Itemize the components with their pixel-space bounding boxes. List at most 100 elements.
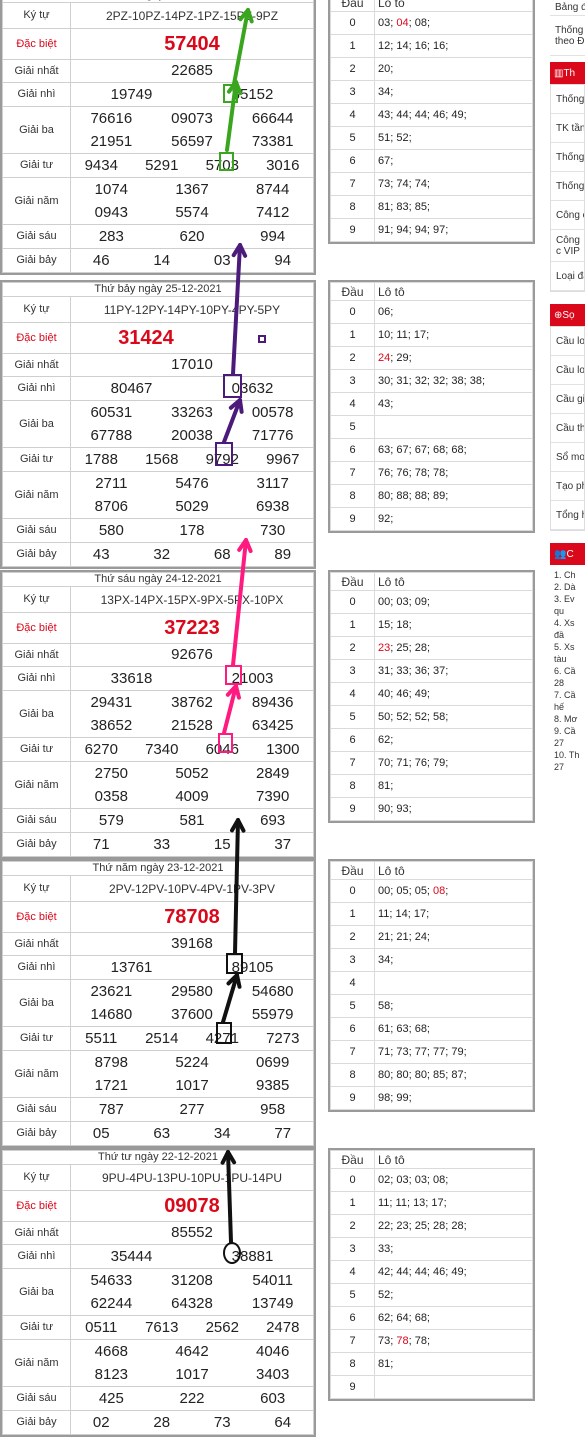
sidebar-item-cau[interactable]: Cầu lot	[551, 327, 584, 356]
special-prize: 57404	[70, 28, 314, 60]
loto-text: 43;	[378, 398, 394, 410]
fourth-prize: 9434 5291 5703 3016	[71, 154, 313, 177]
loto-text: ;	[445, 885, 449, 897]
loto-values: 80; 88; 88; 89;	[374, 484, 533, 508]
sidebar-item-cau[interactable]: Cầu giả	[551, 385, 584, 414]
fourth-prize-number: 7273	[266, 1030, 300, 1047]
loto-values: 76; 76; 78; 78;	[374, 461, 533, 485]
loto-text: 06;	[378, 306, 394, 318]
sidebar-list-item[interactable]: hế	[554, 701, 585, 713]
sidebar-list-item[interactable]: 7. Cầ	[554, 689, 585, 701]
sidebar-list-item[interactable]: 28	[554, 677, 585, 689]
loto-text: 52;	[378, 1289, 394, 1301]
sidebar-item-cau[interactable]: Tạo ph	[551, 472, 584, 501]
sidebar-list-item[interactable]: 1. Ch	[554, 569, 585, 581]
seventh-prize-number: 34	[213, 1125, 231, 1142]
loto-dau: 9	[330, 797, 375, 821]
sidebar-list-item[interactable]: đầ	[554, 629, 585, 641]
loto-dau: 0	[330, 300, 375, 324]
fifth-prize: 8798 5224 0699 1721 1017 9385	[71, 1051, 313, 1097]
sidebar-list-item[interactable]: tàu	[554, 653, 585, 665]
sidebar-item-stat[interactable]: Thống	[551, 85, 584, 114]
ky-tu-value: 2PV-12PV-10PV-4PV-1PV-3PV	[70, 875, 314, 902]
sidebar-list-item[interactable]: 27	[554, 761, 585, 773]
fifth-prize-number: 8744	[255, 181, 290, 198]
fourth-prize-number: 3016	[266, 157, 300, 174]
third-prize-number: 38652	[90, 717, 133, 734]
fifth-prize-number: 0699	[255, 1054, 290, 1071]
chart-icon: ▥	[554, 67, 564, 79]
second-prize-number: 38881	[231, 1248, 274, 1265]
loto-head-loto: Lô tô	[374, 861, 533, 880]
loto-dau: 2	[330, 925, 375, 949]
loto-values: 81;	[374, 1352, 533, 1376]
prize-label: Giải nhất	[2, 353, 71, 377]
loto-dau: 1	[330, 34, 375, 58]
sidebar-item-stat[interactable]: TK tần	[551, 114, 584, 143]
sixth-prize: 579 581 693	[71, 809, 313, 832]
loto-text: 67;	[378, 155, 394, 167]
loto-text: 33;	[378, 1243, 394, 1255]
loto-values: 67;	[374, 149, 533, 173]
sidebar-item-cau[interactable]: Tổng h	[551, 501, 584, 530]
prize-label: Giải nhì	[2, 666, 71, 691]
fifth-prize-number: 1367	[175, 181, 209, 198]
sidebar-item-cau[interactable]: Sổ mơ	[551, 443, 584, 472]
second-prize-number: 21003	[231, 670, 274, 687]
sidebar-item-stat[interactable]: Thống	[551, 172, 584, 201]
third-prize-number: 73381	[251, 133, 294, 150]
loto-dau: 4	[330, 1260, 375, 1284]
prize-label: Giải năm	[2, 177, 71, 225]
sixth-prize-number: 693	[260, 812, 286, 829]
prize-value: 05 63 34 77	[70, 1121, 314, 1146]
sidebar-item-cau[interactable]: Cầu lot	[551, 356, 584, 385]
fifth-prize-number: 3117	[256, 475, 289, 492]
sidebar-list-item[interactable]: qu	[554, 605, 585, 617]
third-prize-number: 00578	[251, 404, 294, 421]
sidebar-item-stat[interactable]: Thống	[551, 143, 584, 172]
third-prize-number: 21951	[90, 133, 133, 150]
fifth-prize-number: 2711	[95, 475, 128, 492]
sidebar-list-item[interactable]: 6. Cầ	[554, 665, 585, 677]
loto-dau: 3	[330, 80, 375, 104]
prize-value: 1074 1367 8744 0943 5574 7412	[70, 177, 314, 225]
sidebar-list-item[interactable]: 10. Th	[554, 749, 585, 761]
third-prize-number: 33263	[171, 404, 213, 421]
second-prize-number: 33618	[110, 670, 153, 687]
sidebar-list-item[interactable]: 27	[554, 737, 585, 749]
fourth-prize-number: 6046	[205, 741, 239, 758]
sidebar-list-item[interactable]: 2. Dà	[554, 581, 585, 593]
sidebar-list-item[interactable]: 8. Mơ	[554, 713, 585, 725]
sixth-prize-number: 425	[98, 1390, 124, 1407]
loto-dau: 5	[330, 1283, 375, 1307]
sidebar-item-stat[interactable]: Công c VIP	[551, 230, 584, 262]
prize-label: Giải nhì	[2, 376, 71, 401]
sidebar-list-item[interactable]: 5. Xs	[554, 641, 585, 653]
ky-tu-value: 11PY-12PY-14PY-10PY-4PY-5PY	[70, 296, 314, 323]
sixth-prize-number: 581	[179, 812, 205, 829]
loto-text: 00; 03; 09;	[378, 596, 430, 608]
sidebar-list-item[interactable]: 3. Ev	[554, 593, 585, 605]
loto-values: 34;	[374, 948, 533, 972]
sixth-prize-number: 620	[179, 228, 205, 245]
second-prize-number: 89105	[231, 959, 274, 976]
prize-value: 9434 5291 5703 3016	[70, 153, 314, 178]
prize-value: 283 620 994	[70, 224, 314, 249]
page: Chủ nhật ngày 26-12-2021Ký tự2PZ-10PZ-14…	[0, 0, 585, 1442]
sidebar-link[interactable]: Thống theo Đ	[550, 16, 585, 56]
prize-value: 5511 2514 4271 7273	[70, 1026, 314, 1051]
sixth-prize-number: 283	[98, 228, 124, 245]
prize-value: 580 178 730	[70, 518, 314, 543]
loto-text: 73; 74; 74;	[378, 178, 430, 190]
loto-text: 50; 52; 52; 58;	[378, 711, 449, 723]
prize-label: Giải sáu	[2, 518, 71, 543]
sidebar-item-stat[interactable]: Công c	[551, 201, 584, 230]
sidebar-item-stat[interactable]: Loại đã	[551, 262, 584, 291]
sidebar-list-item[interactable]: 9. Cầ	[554, 725, 585, 737]
loto-text: 21; 21; 24;	[378, 931, 430, 943]
fifth-prize-number: 1074	[94, 181, 129, 198]
sidebar-item-cau[interactable]: Cầu th	[551, 414, 584, 443]
third-prize-number: 55979	[251, 1006, 294, 1023]
prize-label: Giải sáu	[2, 1097, 71, 1122]
sidebar-list-item[interactable]: 4. Xs	[554, 617, 585, 629]
